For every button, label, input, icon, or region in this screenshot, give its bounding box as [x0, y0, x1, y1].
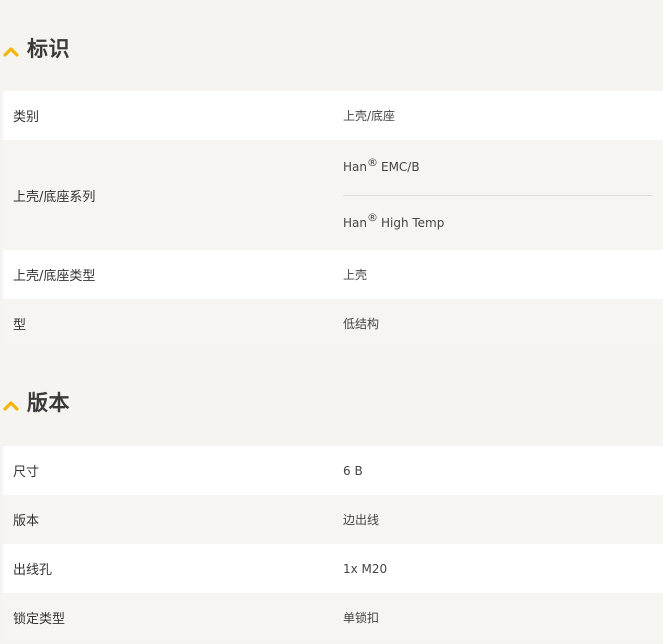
- row-key: 上壳/底座系列: [13, 189, 96, 205]
- spec-table-identification: 类别 上壳/底座 上壳/底座系列 Han ® EMC/B Han ® High Temp…: [3, 91, 663, 348]
- section-title: 标识: [27, 37, 70, 61]
- row-value: 1x M20: [343, 561, 388, 576]
- spec-table-version: 尺寸 6 B 版本 边出线 出线孔 1x M20 锁定类型 单锁扣: [3, 446, 663, 642]
- row-value: 单锁扣: [343, 611, 380, 625]
- registered-mark: ®: [366, 211, 378, 225]
- row-value: 低结构: [343, 317, 380, 331]
- row-value: 边出线: [343, 513, 380, 527]
- table-row: 上壳/底座类型 上壳: [3, 250, 663, 299]
- table-row: 尺寸 6 B: [3, 446, 663, 495]
- chevron-up-icon: [3, 42, 19, 57]
- row-value: 上壳/底座: [343, 109, 396, 123]
- series-suffix: High Temp: [380, 215, 445, 230]
- row-key: 出线孔: [13, 563, 53, 578]
- row-value: Han ® High Temp: [343, 196, 663, 251]
- section-header-identification[interactable]: 标识: [0, 28, 663, 68]
- row-value: Han ® EMC/B: [343, 140, 653, 196]
- row-key: 上壳/底座类型: [13, 269, 96, 284]
- table-row: 型 低结构: [3, 299, 663, 348]
- row-key: 尺寸: [13, 465, 40, 480]
- series-prefix: Han: [343, 160, 367, 175]
- table-row: 上壳/底座系列 Han ® EMC/B Han ® High Temp: [3, 140, 663, 250]
- series-prefix: Han: [343, 215, 367, 230]
- section-title: 版本: [27, 391, 70, 415]
- table-row: 类别 上壳/底座: [3, 91, 663, 140]
- row-value: 6 B: [343, 463, 363, 478]
- table-row: 出线孔 1x M20: [3, 544, 663, 593]
- row-key: 类别: [13, 110, 40, 125]
- row-key: 锁定类型: [13, 612, 66, 627]
- row-key: 版本: [13, 514, 40, 529]
- table-row: 版本 边出线: [3, 495, 663, 544]
- registered-mark: ®: [366, 155, 378, 169]
- row-key: 型: [13, 318, 27, 333]
- row-value: 上壳: [343, 268, 368, 282]
- section-header-version[interactable]: 版本: [0, 382, 663, 422]
- table-row: 锁定类型 单锁扣: [3, 593, 663, 642]
- series-suffix: EMC/B: [380, 160, 420, 175]
- chevron-up-icon: [3, 396, 19, 411]
